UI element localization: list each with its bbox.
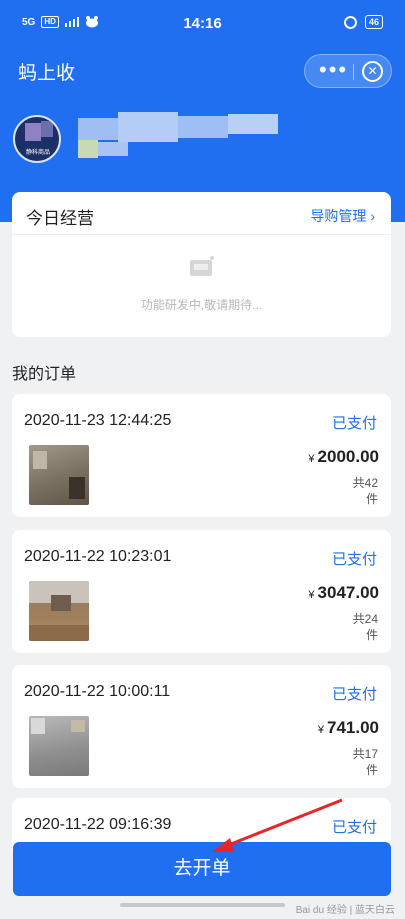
blurred-username [78, 112, 278, 158]
order-price: ¥741.00 [318, 718, 379, 738]
order-card[interactable]: 2020-11-22 10:23:01 已支付 ¥3047.00 共24 件 [12, 530, 391, 653]
order-status: 已支付 [331, 686, 377, 703]
guide-management-link[interactable]: 导购管理 › [310, 206, 375, 226]
order-amount: 741.00 [327, 718, 379, 737]
order-status: 已支付 [331, 415, 377, 432]
app-title: 蚂上收 [18, 63, 76, 84]
close-button[interactable]: ✕ [362, 61, 383, 82]
qty-prefix: 共 [352, 476, 365, 490]
order-amount: 2000.00 [317, 447, 379, 466]
avatar-caption: 静科商品 [25, 150, 50, 156]
order-status: 已支付 [331, 819, 377, 836]
avatar-pixel [25, 123, 41, 141]
home-indicator[interactable] [120, 903, 285, 907]
more-button[interactable]: ••• [319, 59, 348, 81]
status-bar: 5G HD 14:16 46 [0, 0, 405, 44]
my-orders-title: 我的订单 [12, 366, 77, 383]
today-business-card: 今日经营 导购管理 › 功能研发中,敬请期待... [12, 192, 391, 337]
product-thumbnail [29, 445, 89, 505]
order-card[interactable]: 2020-11-23 12:44:25 已支付 ¥2000.00 共42 件 [12, 394, 391, 517]
order-status: 已支付 [331, 551, 377, 568]
order-amount: 3047.00 [317, 583, 379, 602]
under-development-icon [190, 256, 214, 276]
qty-prefix: 共 [352, 612, 365, 626]
order-price: ¥2000.00 [308, 447, 379, 467]
order-card[interactable]: 2020-11-22 10:00:11 已支付 ¥741.00 共17 件 [12, 665, 391, 788]
qty-suffix: 件 [365, 628, 378, 642]
watermark: Bai du 经验 | 蓝天白云 [295, 905, 395, 916]
currency-symbol: ¥ [317, 724, 324, 736]
order-datetime: 2020-11-22 09:16:39 [24, 816, 172, 833]
product-thumbnail [29, 716, 89, 776]
currency-symbol: ¥ [308, 589, 315, 601]
capsule-divider [353, 64, 354, 80]
avatar[interactable]: 静科商品 [13, 115, 61, 163]
currency-symbol: ¥ [308, 453, 315, 465]
divider [12, 234, 391, 235]
order-datetime: 2020-11-23 12:44:25 [24, 412, 172, 429]
miniprogram-capsule: ••• ✕ [304, 54, 392, 88]
under-development-text: 功能研发中,敬请期待... [140, 298, 263, 312]
order-datetime: 2020-11-22 10:23:01 [24, 548, 172, 565]
product-thumbnail [29, 581, 89, 641]
order-datetime: 2020-11-22 10:00:11 [24, 683, 171, 700]
qty-value: 17 [364, 747, 378, 761]
app-header: 5G HD 14:16 46 蚂上收 ••• ✕ 静科商品 [0, 0, 405, 222]
alarm-icon [343, 15, 357, 29]
qty-suffix: 件 [365, 763, 378, 777]
status-right: 46 [343, 15, 383, 29]
qty-value: 24 [364, 612, 378, 626]
order-quantity: 共42 件 [348, 475, 378, 507]
create-order-button[interactable]: 去开单 [13, 842, 391, 896]
battery-indicator: 46 [364, 15, 383, 29]
qty-suffix: 件 [365, 492, 378, 506]
order-price: ¥3047.00 [308, 583, 379, 603]
order-quantity: 共17 件 [348, 746, 378, 778]
qty-value: 42 [364, 476, 378, 490]
qty-prefix: 共 [352, 747, 365, 761]
avatar-pixel [41, 121, 53, 137]
order-quantity: 共24 件 [348, 611, 378, 643]
today-business-title: 今日经营 [26, 209, 94, 228]
